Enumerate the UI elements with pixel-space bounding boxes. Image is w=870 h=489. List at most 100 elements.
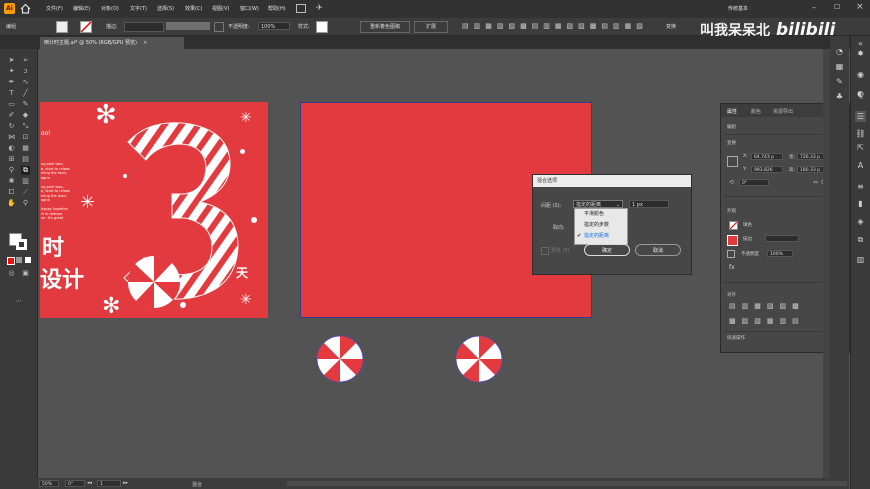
vertical-scrollbar[interactable] (823, 49, 830, 478)
fx-icon[interactable]: fx (729, 264, 735, 271)
prev-artboard-icon[interactable]: ◂◂ (87, 480, 92, 486)
type-tool-icon[interactable]: T (7, 89, 16, 98)
column-graph-icon[interactable]: ▥ (21, 177, 30, 186)
document-tab[interactable]: 倒计时主题.ai* @ 50% (RGB/GPU 预览) × (40, 37, 184, 49)
spacing-dropdown[interactable]: 指定的距离 ⌄ (573, 200, 623, 208)
opacity-field[interactable]: 100% (258, 22, 290, 30)
eraser-icon[interactable]: ◆ (21, 111, 30, 120)
pen-tool-icon[interactable]: ✒ (7, 78, 16, 87)
fill-swatch[interactable] (56, 21, 68, 33)
eyedropper-icon[interactable]: ⚲ (7, 166, 16, 175)
distribute-buttons[interactable]: ▩▨▧▦▥▤ (729, 317, 805, 325)
option-smooth-color[interactable]: 平滑颜色 (575, 209, 627, 220)
links-icon[interactable]: ⛓ (855, 128, 866, 139)
close-tab-icon[interactable]: × (143, 40, 147, 46)
zoom-tool-icon[interactable]: ⚲ (21, 199, 30, 208)
lasso-icon[interactable]: ↄ (21, 67, 30, 76)
selection-tool-icon[interactable]: ➤ (7, 56, 16, 65)
tab-color[interactable]: 颜色 (751, 108, 761, 115)
brushes-panel-icon[interactable]: ✎ (834, 76, 845, 87)
symbols-panel-icon[interactable]: ♣ (834, 91, 845, 102)
cancel-button[interactable]: 取消 (635, 244, 681, 256)
color-mode-none[interactable] (25, 257, 31, 263)
rotate-view-field[interactable]: 0° (65, 480, 85, 487)
artboard-1[interactable]: ✻ ✳ ✳ ✳ ✻ 时 设计 天 ool Fen/ ful Fen ting A… (40, 102, 268, 318)
transform-label[interactable]: 变换 (666, 23, 676, 30)
opacity-panel-field[interactable]: 100% (767, 250, 793, 257)
gradient-panel-icon[interactable]: ▮ (855, 198, 866, 209)
artboards-icon[interactable]: ⧉ (855, 234, 866, 245)
option-specified-distance[interactable]: ✔ 指定的距离 (575, 231, 627, 242)
menu-edit[interactable]: 编辑(E) (73, 5, 90, 12)
blend-tool-icon[interactable]: ⧉ (21, 166, 30, 175)
layers-icon[interactable]: ◈ (855, 216, 866, 227)
properties-icon[interactable]: ☰ (855, 111, 866, 122)
y-field[interactable]: 993.826 (751, 166, 783, 173)
rectangle-tool-icon[interactable]: ▭ (7, 100, 16, 109)
character-icon[interactable]: A (855, 160, 866, 171)
scale-tool-icon[interactable]: ⤡ (21, 122, 30, 131)
direct-selection-tool-icon[interactable]: ➢ (21, 56, 30, 65)
stroke-weight-field[interactable] (124, 22, 164, 32)
line-tool-icon[interactable]: ╱ (21, 89, 30, 98)
stroke-swatch[interactable] (80, 21, 92, 33)
next-artboard-icon[interactable]: ▸▸ (123, 480, 128, 486)
magic-wand-icon[interactable]: ✦ (7, 67, 16, 76)
hand-tool-icon[interactable]: ✋ (7, 199, 16, 208)
peppermint-candy-right[interactable] (454, 334, 504, 384)
x-field[interactable]: 64.743 p (751, 153, 783, 160)
menu-type[interactable]: 文字(T) (130, 5, 147, 12)
menu-file[interactable]: 文件(F) (46, 5, 63, 12)
export-icon[interactable]: ⇱ (855, 142, 866, 153)
menu-view[interactable]: 视图(V) (212, 5, 229, 12)
preview-checkbox[interactable] (541, 247, 549, 255)
free-transform-icon[interactable]: ⊡ (21, 133, 30, 142)
artboard-number-field[interactable]: 1 (97, 480, 121, 487)
recolor-button[interactable]: 重新着色图稿 (360, 21, 410, 33)
angle-field[interactable]: 0° (739, 179, 769, 186)
stroke-color-box[interactable] (16, 239, 27, 250)
rotate-tool-icon[interactable]: ↻ (7, 122, 16, 131)
close-button[interactable]: × (856, 2, 864, 12)
ok-button[interactable]: 确定 (584, 244, 630, 256)
artboard-tool-icon[interactable]: ⧠ (7, 188, 16, 197)
extend-button[interactable]: 扩展 (414, 21, 448, 33)
shaper-tool-icon[interactable]: ✐ (7, 111, 16, 120)
appearance-icon[interactable]: ◉ (855, 69, 866, 80)
mesh-tool-icon[interactable]: ⊞ (7, 155, 16, 164)
brush-field[interactable] (214, 22, 224, 32)
draw-mode-icon[interactable]: ◎ (7, 269, 16, 278)
menu-object[interactable]: 对象(O) (101, 5, 119, 12)
align-icons[interactable]: ▤▥▦▧▨▩▤▥▦▧▨▩▤▥▦▧ (462, 22, 648, 30)
width-tool-icon[interactable]: ⋈ (7, 133, 16, 142)
screen-mode-icon[interactable]: ▣ (21, 269, 30, 278)
more-tools-icon[interactable]: ⋯ (14, 297, 23, 306)
horizontal-scrollbar[interactable] (287, 481, 847, 486)
gradient-tool-icon[interactable]: ▤ (21, 155, 30, 164)
spacing-value-field[interactable]: 1 px (629, 200, 669, 208)
color-mode-gradient[interactable] (16, 257, 22, 263)
fill-swatch-panel[interactable] (729, 221, 738, 230)
curvature-tool-icon[interactable]: ∿ (21, 78, 30, 87)
menu-help[interactable]: 帮助(H) (268, 5, 286, 12)
zoom-field[interactable]: 50% (39, 480, 59, 487)
workspace-switcher[interactable]: 传统基本 (728, 5, 748, 12)
peppermint-candy-left[interactable] (315, 334, 365, 384)
layout-icon[interactable] (296, 4, 306, 13)
align-buttons[interactable]: ▤▥▦▧▨▩ (729, 302, 805, 310)
opacity-checkbox[interactable] (727, 250, 735, 258)
tab-properties[interactable]: 属性 (727, 108, 737, 115)
maximize-button[interactable]: ☐ (834, 3, 840, 11)
color-mode-red[interactable] (7, 257, 15, 265)
stroke-swatch-panel[interactable] (727, 235, 738, 246)
perspective-grid-icon[interactable]: ▦ (21, 144, 30, 153)
color-panel-icon[interactable]: ◔ (834, 46, 845, 57)
menu-effect[interactable]: 效果(C) (185, 5, 202, 12)
home-icon[interactable] (20, 3, 31, 14)
stroke-panel-icon[interactable]: ≡ (855, 181, 866, 192)
tab-asset-export[interactable]: 资源导出 (773, 108, 793, 115)
shape-builder-icon[interactable]: ◐ (7, 144, 16, 153)
graphic-styles-icon[interactable]: ✸ (855, 48, 866, 59)
menu-select[interactable]: 选择(S) (157, 5, 174, 12)
variable-width-field[interactable] (166, 22, 210, 30)
